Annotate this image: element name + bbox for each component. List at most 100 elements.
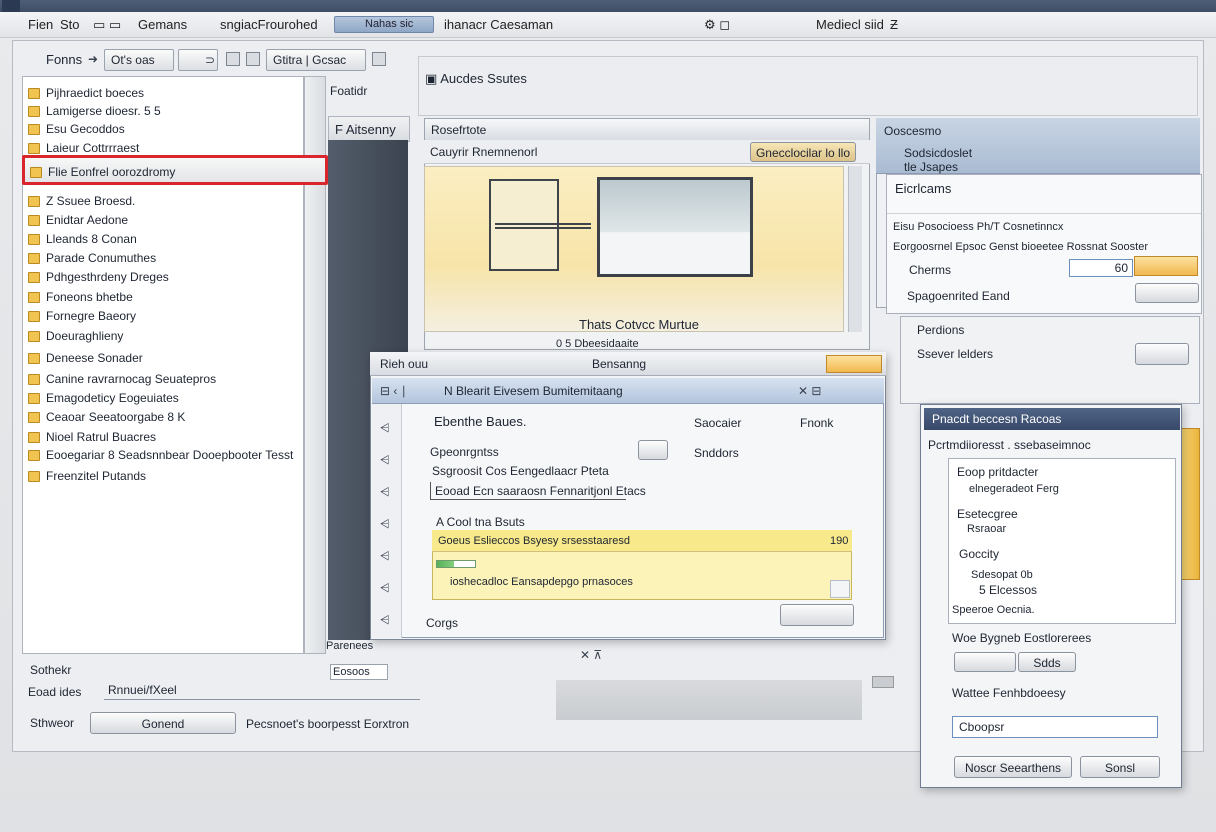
tree-item[interactable]: Foneons bhetbe (28, 288, 133, 306)
app-logo-icon (2, 0, 20, 12)
preview-scrollbar[interactable] (848, 166, 862, 332)
search-dialog-input[interactable]: Cboopsr (952, 716, 1158, 738)
search-dialog-small-button[interactable]: Sdds (1018, 652, 1076, 672)
tree-item[interactable]: Ceaoar Seeatoorgabe 8 K (28, 408, 185, 426)
dialog-list-scroll[interactable] (830, 580, 850, 598)
back-icon[interactable]: ⊟ ‹ ∣ (380, 384, 407, 398)
gear-icon[interactable]: ⚙ ◻ (704, 17, 730, 33)
right-panel-button[interactable] (1135, 283, 1199, 303)
menu-item-edit[interactable]: Sto (60, 17, 80, 32)
toolbar-dropdown[interactable]: ⊃ (178, 49, 218, 71)
search-dialog-item[interactable]: Rsraoar (967, 523, 1006, 535)
preview-toolbar-button[interactable]: Gnecclocilar lo llo (750, 142, 856, 162)
grid-icon[interactable] (226, 52, 240, 66)
folder-icon (28, 252, 40, 264)
folder-icon (28, 271, 40, 283)
search-dialog-item[interactable]: Esetecgree (957, 507, 1018, 521)
panel-icon[interactable] (372, 52, 386, 66)
generate-button[interactable]: Gonend (90, 712, 236, 734)
tree-item[interactable]: Emagodeticy Eogeuiates (28, 389, 179, 407)
small-field[interactable]: Eosoos (330, 664, 388, 680)
tree-item-label: Lleands 8 Conan (46, 232, 137, 246)
dialog-row-1-left: Ebenthe Baues. (434, 414, 527, 429)
search-dialog-row-8: Speeroe Oecnia. (952, 604, 1035, 616)
tree-item[interactable]: Freenzitel Putands (28, 467, 146, 485)
tree-item[interactable]: Z Ssuee Broesd. (28, 192, 135, 210)
dialog-close-button[interactable] (826, 355, 882, 373)
tree-item[interactable]: Eooegariar 8 Seadsnnbear Dooepbooter Tes… (28, 446, 293, 464)
preview-connector (495, 223, 591, 229)
tree-item[interactable]: Flie Eonfrel oorozdromy (30, 163, 175, 181)
preview-shape-right[interactable] (597, 177, 753, 277)
right-panel-header: Ooscesmo Sodsicdoslet tle Jsapes (876, 118, 1200, 174)
right-panel-row-3: Eicrlcams (895, 181, 952, 196)
right-panel-field[interactable]: 60 (1069, 259, 1133, 277)
status-text: Pecsnoet's boorpesst Eorxtron (246, 717, 410, 731)
tree-item[interactable]: Parade Conumuthes (28, 249, 156, 267)
right-panel-2-row-2: Ssever lelders (917, 347, 994, 361)
tree-item[interactable]: Pdhgesthrdeny Dreges (28, 268, 169, 286)
tree-item[interactable]: Pijhraedict boeces (28, 84, 144, 102)
menu-item-media[interactable]: Mediecl siid (816, 17, 884, 32)
menu-item-file[interactable]: Fien (28, 17, 53, 32)
search-dialog-item[interactable]: elnegeradeot Ferg (969, 483, 1059, 495)
dialog-row-1-mid: Saocaier (694, 416, 742, 430)
tree-item-label: Freenzitel Putands (46, 469, 147, 483)
menu-item-gemans[interactable]: Gemans (138, 17, 187, 32)
toolbar-button[interactable]: Gtitra | Gcsac (266, 49, 366, 71)
search-dialog-item[interactable]: 5 Elcessos (979, 583, 1037, 597)
search-dialog-item[interactable]: Sdesopat 0b (971, 569, 1033, 581)
tree-item[interactable]: Laieur Cottrrraest (28, 139, 139, 157)
menu-search-field[interactable]: Nahas sic (334, 16, 434, 33)
tree-item[interactable]: Canine ravrarnocag Seuatepros (28, 370, 216, 388)
menu-bar: Fien Sto ▭ ▭ Gemans sngiacFrourohed Naha… (0, 12, 1216, 38)
preview-window-caption: ▣ Aucdes Ssutes (425, 71, 527, 87)
preview-canvas: Thats Cotvcc Murtue (424, 166, 844, 332)
search-button[interactable]: Noscr Seearthens (954, 756, 1072, 778)
right-panel-row-5: Eorgoosrnel Epsoc Genst bioeetee Rossnat… (893, 241, 1148, 253)
close-icon[interactable]: ✕ ⊼ (580, 648, 602, 662)
solve-button[interactable]: Sonsl (1080, 756, 1160, 778)
search-dialog-stepper[interactable] (954, 652, 1016, 672)
layout-icon[interactable] (246, 52, 260, 66)
search-dialog-item[interactable]: Eoop pritdacter (957, 465, 1038, 479)
tree-item-label: Enidtar Aedone (46, 213, 129, 227)
right-panel-row-6: Cherms (909, 263, 952, 277)
small-widget[interactable] (872, 676, 894, 688)
bottom-label-3: Sthweor (30, 716, 75, 730)
dialog-row-4-field[interactable]: Eooad Ecn saaraosn Fennaritjonl Etacs (430, 482, 646, 500)
search-dialog-item[interactable]: Goccity (959, 547, 999, 561)
tree-item[interactable]: Doeuraghlieny (28, 327, 123, 345)
dialog-task-row-2: ioshecadloc Eansapdepgo prnasoces (450, 576, 633, 588)
close-icon[interactable]: ✕ ⊟ (798, 384, 821, 398)
bottom-field[interactable]: Rnnuei/fXeel (104, 680, 420, 700)
menu-item-caesaman[interactable]: ihanacr Caesaman (444, 17, 553, 32)
right-panel-orange-button[interactable] (1134, 256, 1198, 276)
arrow-icon[interactable]: ➜ (88, 52, 98, 66)
tree-item[interactable]: Lamigerse dioesr. 5 5 (28, 102, 161, 120)
tree-item[interactable]: Esu Gecoddos (28, 120, 125, 138)
toolstrip-icons[interactable]: ⩤ ⩤ ⩤ ⩤ ⩤ ⩤ ⩤ (380, 412, 390, 636)
toolbar-field[interactable]: Ot's oas (104, 49, 174, 71)
tree-item-label: Lamigerse dioesr. 5 5 (46, 104, 161, 118)
tree-item[interactable]: Enidtar Aedone (28, 211, 128, 229)
tree-item-label: Doeuraghlieny (46, 329, 124, 343)
window-icon: ▣ (425, 71, 441, 86)
dialog-toggle[interactable] (638, 440, 668, 460)
dialog-footer-button[interactable] (780, 604, 854, 626)
dialog-task-row-1[interactable]: Goeus Eslieccos Bsyesy srsesstaaresd 190 (432, 530, 852, 552)
folder-icon (28, 214, 40, 226)
tree-item[interactable]: Lleands 8 Conan (28, 230, 137, 248)
bottom-field-value: Rnnuei/fXeel (108, 683, 177, 697)
folder-icon (28, 449, 40, 461)
window-icon[interactable]: ▭ ▭ (93, 17, 121, 33)
right-panel-2-toggle[interactable] (1135, 343, 1189, 365)
folder-icon (28, 233, 40, 245)
tree-item[interactable]: Fornegre Baeory (28, 307, 136, 325)
settings-icon[interactable]: Ƶ (890, 17, 898, 32)
bottom-label-2: Eoad ides (28, 685, 82, 699)
tree-item[interactable]: Nioel Ratrul Buacres (28, 428, 156, 446)
tree-item[interactable]: Deneese Sonader (28, 349, 143, 367)
menu-item-format[interactable]: sngiacFrourohed (220, 17, 318, 32)
preview-caption: Thats Cotvcc Murtue (579, 317, 699, 332)
